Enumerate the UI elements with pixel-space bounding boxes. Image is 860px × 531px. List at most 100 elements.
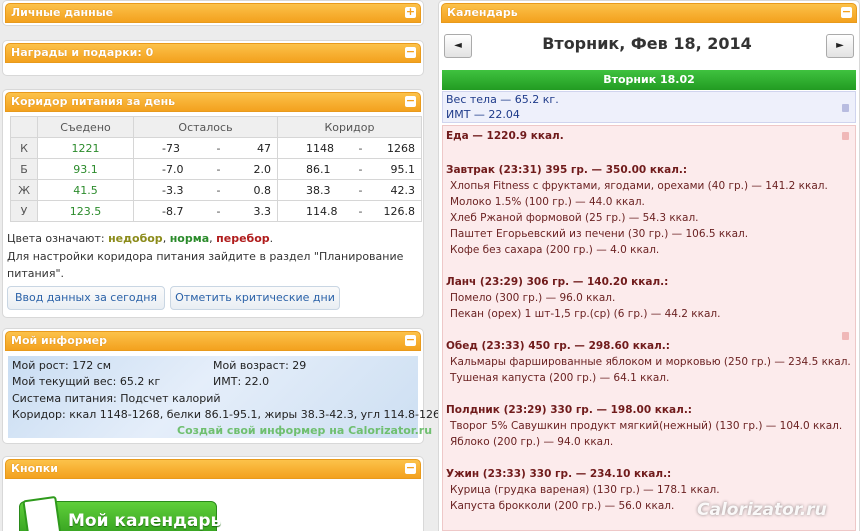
corridor-title: Коридор питания за день	[11, 95, 176, 108]
corridor-col-range: Коридор	[277, 116, 422, 138]
expand-icon[interactable]: +	[405, 6, 416, 18]
color-legend: Цвета означают: недобор, норма, перебор.	[7, 230, 273, 247]
table-row: У 123.5 -8.7 - 3.3 114.8 - 126.8	[10, 200, 422, 222]
edit-icon[interactable]	[842, 132, 849, 140]
meal-heading: Завтрак (23:31) 395 гр. — 350.00 ккал.:	[446, 164, 688, 176]
informer-weight: Мой текущий вес: 65.2 кг	[12, 375, 161, 388]
dash: -	[358, 141, 363, 155]
list-item: Пекан (орех) 1 шт-1,5 гр.(ср) (6 гр.) — …	[450, 308, 721, 320]
corridor-col-remaining: Осталось	[133, 116, 278, 138]
personal-data-title: Личные данные	[11, 6, 114, 19]
meal-heading: Ужин (23:33) 330 гр. — 234.10 ккал.:	[446, 468, 672, 480]
row-label: Ж	[10, 179, 38, 201]
collapse-icon[interactable]: −	[405, 46, 416, 58]
input-today-button[interactable]: Ввод данных за сегодня	[7, 286, 165, 310]
rem-max: 0.8	[253, 183, 271, 197]
rem-min: -3.3	[162, 183, 184, 197]
calendar-header[interactable]: Календарь −	[441, 3, 857, 23]
dash: -	[216, 162, 221, 176]
meal-heading: Обед (23:33) 450 гр. — 298.60 ккал.:	[446, 340, 670, 352]
dash: -	[358, 183, 363, 197]
buttons-title: Кнопки	[11, 462, 58, 475]
cor-min: 38.3	[306, 183, 331, 197]
awards-header[interactable]: Награды и подарки: 0 −	[5, 43, 421, 63]
eaten-value: 1221	[37, 137, 134, 159]
informer-widget[interactable]: Мой рост: 172 см Мой возраст: 29 Мой тек…	[8, 356, 450, 438]
note-line-1: Для настройки коридора питания зайдите в…	[7, 250, 404, 263]
cor-max: 1268	[386, 141, 415, 155]
rem-max: 3.3	[253, 204, 271, 218]
calendar-icon	[22, 495, 62, 531]
collapse-icon[interactable]: −	[841, 6, 852, 18]
list-item: Капуста брокколи (200 гр.) — 56.0 ккал.	[450, 500, 675, 512]
prev-day-button[interactable]: ◄	[444, 34, 472, 58]
list-item: Хлеб Ржаной формовой (25 гр.) — 54.3 кка…	[450, 212, 699, 224]
legend-comma: ,	[162, 232, 167, 245]
informer-height: Мой рост: 172 см	[12, 359, 112, 372]
list-item: Кофе без сахара (200 гр.) — 4.0 ккал.	[450, 244, 660, 256]
list-item: Паштет Егорьевский из печени (30 гр.) — …	[450, 228, 749, 240]
awards-title: Награды и подарки: 0	[11, 46, 154, 59]
informer-link[interactable]: Создай свой информер на Calorizator.ru	[177, 424, 432, 437]
informer-system: Система питания: Подсчет калорий	[12, 392, 221, 405]
collapse-icon[interactable]: −	[405, 95, 416, 107]
cor-max: 126.8	[383, 204, 415, 218]
list-item: Хлопья Fitness с фруктами, ягодами, орех…	[450, 180, 828, 192]
list-item: Курица (грудка вареная) (130 гр.) — 178.…	[450, 484, 720, 496]
legend-comma: ,	[209, 232, 213, 245]
cor-min: 114.8	[306, 204, 338, 218]
legend-under: недобор	[108, 232, 163, 245]
corridor-note: Для настройки коридора питания зайдите в…	[7, 248, 403, 282]
next-day-button[interactable]: ►	[826, 34, 854, 58]
rem-max: 2.0	[253, 162, 271, 176]
informer-panel: Мой информер − Мой рост: 172 см Мой возра…	[2, 328, 450, 444]
corridor-col-eaten: Съедено	[37, 116, 134, 138]
list-item: Тушеная капуста (200 гр.) — 64.1 ккал.	[450, 372, 670, 384]
dash: -	[358, 162, 363, 176]
collapse-icon[interactable]: −	[405, 462, 416, 474]
critical-days-button[interactable]: Отметить критические дни	[170, 286, 340, 310]
cor-min: 86.1	[306, 162, 331, 176]
body-bmi: ИМТ — 22.04	[446, 108, 520, 121]
collapse-icon[interactable]: −	[405, 334, 416, 346]
buttons-panel: Кнопки − Мой календарь	[2, 456, 424, 531]
note-line-2: питания".	[7, 267, 65, 280]
dash: -	[358, 204, 363, 218]
table-row: Ж 41.5 -3.3 - 0.8 38.3 - 42.3	[10, 179, 422, 201]
informer-title: Мой информер	[11, 334, 108, 347]
table-row: Б 93.1 -7.0 - 2.0 86.1 - 95.1	[10, 158, 422, 180]
awards-panel: Награды и подарки: 0 −	[2, 40, 424, 76]
list-item: Творог 5% Савушкин продукт мягкий(нежный…	[450, 420, 843, 432]
corridor-col-empty	[10, 116, 38, 138]
row-label: К	[10, 137, 38, 159]
legend-prefix: Цвета означают:	[7, 232, 105, 245]
edit-icon[interactable]	[842, 332, 849, 340]
calendar-title: Календарь	[447, 6, 518, 19]
eaten-value: 93.1	[37, 158, 134, 180]
legend-over: перебор	[216, 232, 270, 245]
corridor-header[interactable]: Коридор питания за день −	[5, 92, 421, 112]
rem-min: -7.0	[162, 162, 184, 176]
food-total: Еда — 1220.9 ккал.	[446, 130, 564, 142]
informer-header[interactable]: Мой информер −	[5, 331, 421, 351]
legend-end: .	[269, 232, 274, 245]
cor-max: 42.3	[390, 183, 415, 197]
my-calendar-button[interactable]: Мой календарь	[19, 495, 221, 531]
list-item: Яблоко (200 гр.) — 94.0 ккал.	[450, 436, 614, 448]
calendar-panel: Календарь − ◄ Вторник, Фев 18, 2014 ► Вто…	[438, 0, 860, 531]
eaten-value: 41.5	[37, 179, 134, 201]
row-label: У	[10, 200, 38, 222]
edit-icon[interactable]	[842, 104, 849, 112]
personal-data-panel: Личные данные +	[2, 0, 424, 26]
personal-data-header[interactable]: Личные данные +	[5, 3, 421, 23]
row-label: Б	[10, 158, 38, 180]
meals-list: Еда — 1220.9 ккал. Завтрак (23:31) 395 г…	[442, 125, 856, 531]
meal-heading: Ланч (23:29) 306 гр. — 140.20 ккал.:	[446, 276, 669, 288]
corridor-table: Съедено Осталось Коридор К 1221 -73 - 47 1…	[10, 116, 422, 222]
cor-max: 95.1	[390, 162, 415, 176]
buttons-header[interactable]: Кнопки −	[5, 459, 421, 479]
corridor-panel: Коридор питания за день − Съедено Осталос…	[2, 89, 424, 318]
rem-min: -73	[162, 141, 180, 155]
legend-norm: норма	[169, 232, 210, 245]
day-header: Вторник 18.02	[442, 70, 856, 90]
